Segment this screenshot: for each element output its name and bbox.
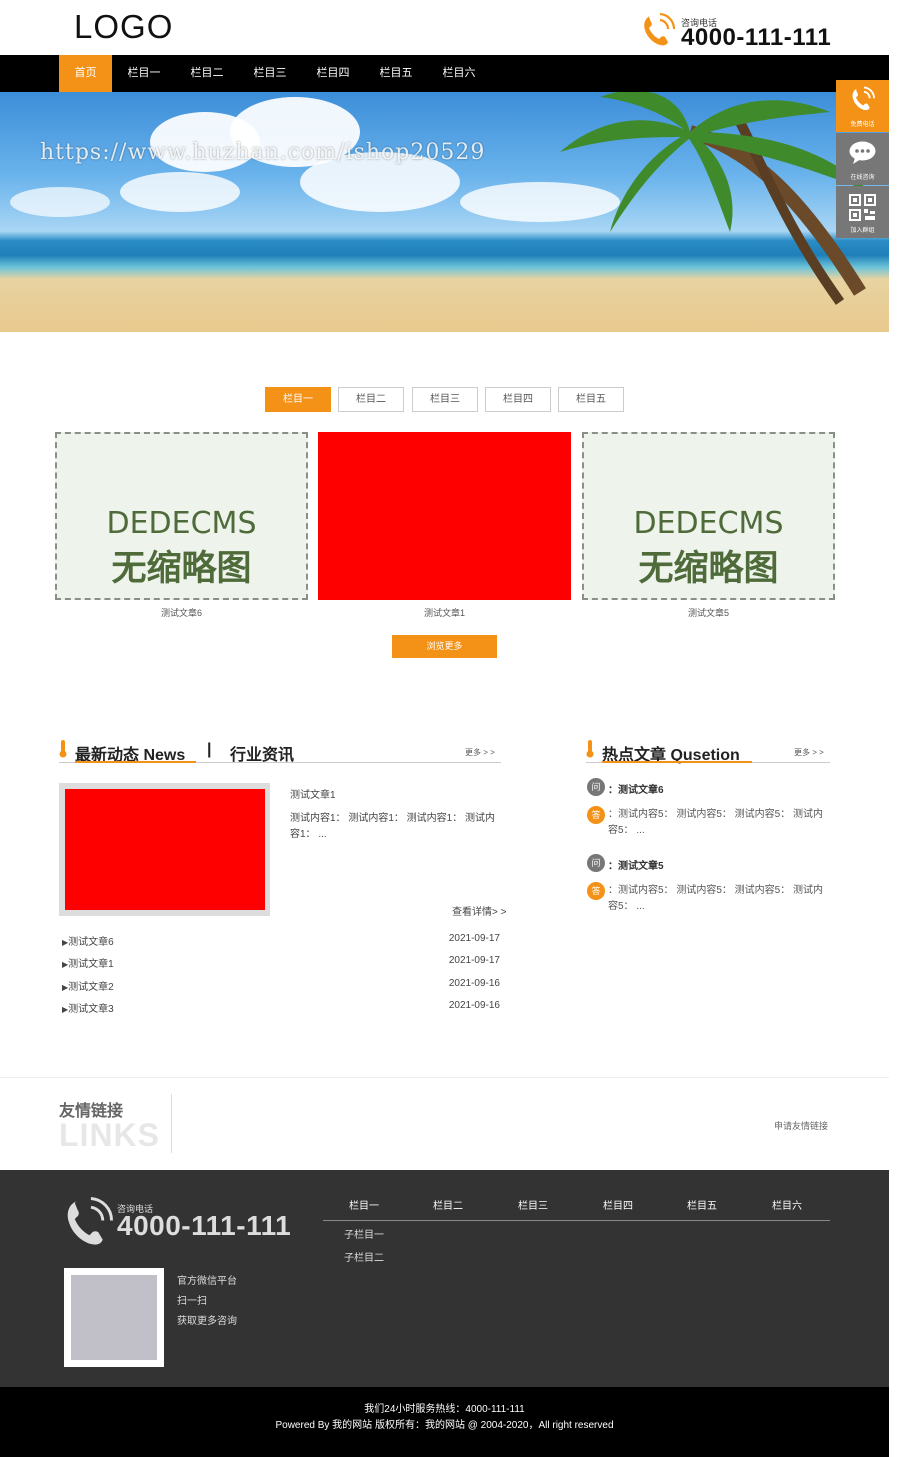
news-header-accent [75,761,196,763]
online-chat-label: 在线咨询 [850,175,875,181]
tab-category-2[interactable]: 栏目二 [338,387,404,412]
answer-badge-icon: 答 [587,806,605,824]
header-phone-number: 4000-111-111 [681,24,832,51]
footer-phone-number: 4000-111-111 [117,1210,292,1241]
no-thumbnail-text: 无缩略图 [638,549,779,589]
footer-nav-3[interactable]: 栏目三 [518,1197,548,1212]
footer-subnav-item[interactable]: 子栏目一 [344,1226,384,1241]
hot-answer: ：测试内容5： 测试内容5： 测试内容5： 测试内容5： ... [608,885,824,912]
nav-item-home[interactable]: 首页 [59,55,112,92]
free-call-button[interactable]: 免费电话 [836,80,889,132]
news-list-item[interactable]: ▶测试文章6 2021-09-17 [62,933,502,948]
footer-nav-6[interactable]: 栏目六 [772,1197,802,1212]
footer-subnav-item[interactable]: 子栏目二 [344,1249,384,1264]
product-caption[interactable]: 测试文章5 [582,606,835,619]
tab-category-3[interactable]: 栏目三 [412,387,478,412]
product-caption[interactable]: 测试文章6 [55,606,308,619]
main-nav: 首页 栏目一 栏目二 栏目三 栏目四 栏目五 栏目六 [0,55,889,92]
hot-answer: ：测试内容5： 测试内容5： 测试内容5： 测试内容5： ... [608,809,824,836]
links-divider [0,1077,889,1078]
wechat-line: 官方微信平台 [177,1276,237,1287]
tab-category-5[interactable]: 栏目五 [558,387,624,412]
copyright-bar: 我们24小时服务热线：4000-111-111 Powered By 我的网站 … [0,1387,889,1457]
news-list-item[interactable]: ▶测试文章3 2021-09-16 [62,1000,502,1015]
news-list-date: 2021-09-16 [448,978,500,989]
phone-icon [67,1197,113,1245]
nav-item-6[interactable]: 栏目六 [434,55,484,92]
tab-category-1[interactable]: 栏目一 [265,387,331,412]
no-thumbnail-text: 无缩略图 [111,549,252,589]
page-scrollbar[interactable] [889,0,900,1457]
nav-item-5[interactable]: 栏目五 [371,55,421,92]
news-list-date: 2021-09-17 [448,955,500,966]
hero-banner[interactable]: https://www.huzhan.com/ishop20529 [0,92,889,332]
no-thumbnail-brand: DEDECMS [106,506,257,541]
featured-news-desc: 测试内容1： 测试内容1： 测试内容1： 测试内容1： ... [290,813,496,840]
tab-category-4[interactable]: 栏目四 [485,387,551,412]
apply-link[interactable]: 申请友情链接 [774,1119,828,1132]
news-list-title: 测试文章3 [68,1004,114,1015]
news-list-title: 测试文章6 [68,937,114,948]
site-header: LOGO 咨询电话 4000-111-111 [0,0,889,55]
news-list-item[interactable]: ▶测试文章2 2021-09-16 [62,978,502,993]
nav-item-1[interactable]: 栏目一 [119,55,169,92]
view-details-link[interactable]: 查看详情> > [452,903,506,918]
wechat-line: 扫一扫 [177,1296,207,1307]
free-call-label: 免费电话 [850,122,875,128]
product-caption[interactable]: 测试文章1 [318,606,571,619]
browse-more-button[interactable]: 浏览更多 [392,635,497,658]
footer-nav-1[interactable]: 栏目一 [349,1197,379,1212]
news-list-item[interactable]: ▶测试文章1 2021-09-17 [62,955,502,970]
service-hotline: 我们24小时服务热线：4000-111-111 [364,1404,525,1415]
footer-nav-2[interactable]: 栏目二 [433,1197,463,1212]
product-thumbnail[interactable]: DEDECMS 无缩略图 [55,432,308,600]
nav-item-2[interactable]: 栏目二 [182,55,232,92]
no-thumbnail-brand: DEDECMS [633,506,784,541]
floating-toolbar: 免费电话 在线咨询 加入群组 [836,80,889,238]
wechat-qr-image [71,1275,157,1360]
news-list-title: 测试文章2 [68,982,114,993]
hot-header-accent [602,761,752,763]
banner-cloud [10,187,110,217]
footer-nav-rule [323,1220,830,1221]
hot-question[interactable]: ：测试文章5 [608,857,664,872]
qr-group-button[interactable]: 加入群组 [836,186,889,238]
product-thumbnail[interactable] [318,432,571,600]
nav-item-4[interactable]: 栏目四 [308,55,358,92]
product-thumbnail[interactable]: DEDECMS 无缩略图 [582,432,835,600]
online-chat-button[interactable]: 在线咨询 [836,133,889,185]
featured-news-image[interactable] [65,789,265,910]
site-logo[interactable]: LOGO [74,8,173,46]
footer-nav-5[interactable]: 栏目五 [687,1197,717,1212]
thermometer-icon [586,740,594,758]
question-badge-icon: 问 [587,778,605,796]
friend-links-en: LINKS [59,1117,160,1153]
news-list-date: 2021-09-16 [448,1000,500,1011]
news-list-title: 测试文章1 [68,959,114,970]
qr-group-label: 加入群组 [850,228,875,234]
answer-badge-icon: 答 [587,882,605,900]
thermometer-icon [59,740,67,758]
question-badge-icon: 问 [587,854,605,872]
news-section-divider: | [207,741,212,758]
wechat-line: 获取更多咨询 [177,1316,237,1327]
phone-icon [852,86,875,111]
links-vertical-divider [171,1094,172,1153]
qr-code-icon [849,194,876,221]
hot-more-link[interactable]: 更多 > > [794,747,824,758]
banner-watermark: https://www.huzhan.com/ishop20529 [40,140,486,165]
phone-icon [644,12,675,46]
banner-cloud [120,172,240,212]
news-more-link[interactable]: 更多 > > [465,747,495,758]
copyright-text: Powered By 我的网站 版权所有：我的网站 @ 2004-2020，Al… [275,1420,614,1431]
chat-bubble-icon [849,141,876,164]
hot-question[interactable]: ：测试文章6 [608,781,664,796]
news-list-date: 2021-09-17 [448,933,500,944]
featured-news-title[interactable]: 测试文章1 [290,786,336,801]
footer-nav-4[interactable]: 栏目四 [603,1197,633,1212]
nav-item-3[interactable]: 栏目三 [245,55,295,92]
